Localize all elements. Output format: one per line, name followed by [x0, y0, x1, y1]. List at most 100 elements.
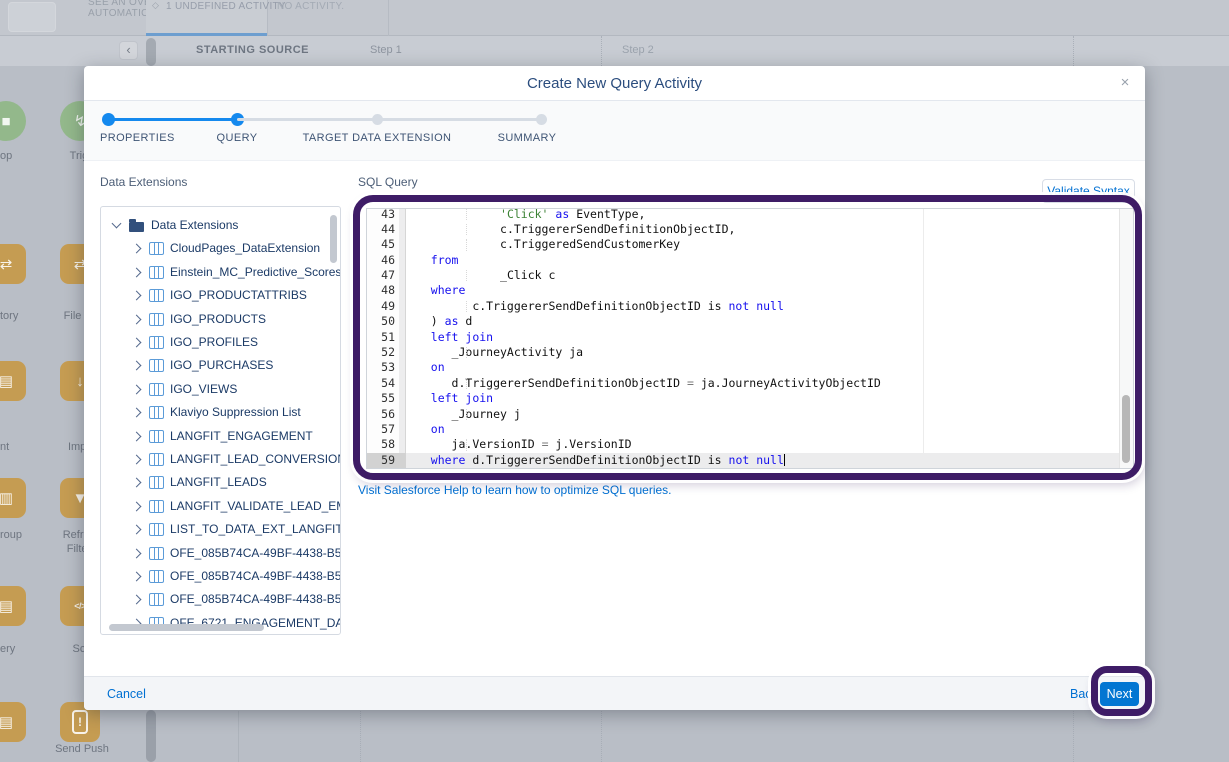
cancel-button[interactable]: Cancel: [107, 687, 146, 701]
chevron-right-icon[interactable]: [132, 455, 142, 465]
line-number: 58: [367, 437, 399, 452]
tree-item-folder[interactable]: Data Extensions: [101, 214, 340, 237]
tree-item-label: LIST_TO_DATA_EXT_LANGFIT: [170, 522, 341, 536]
code-line-55[interactable]: 55 left join: [367, 391, 1133, 406]
palette-activity-icon: ▤: [0, 586, 26, 626]
code-line-54[interactable]: 54 d.TriggererSendDefinitionObjectID = j…: [367, 376, 1133, 391]
code-text: d.TriggererSendDefinitionObjectID = ja.J…: [406, 376, 1133, 391]
chevron-right-icon[interactable]: [132, 361, 142, 371]
chevron-right-icon[interactable]: [132, 408, 142, 418]
code-line-52[interactable]: 52 _JourneyActivity ja: [367, 345, 1133, 360]
stepper-dot-summary[interactable]: [536, 114, 547, 125]
tree-item-data-extension[interactable]: IGO_PROFILES: [101, 331, 340, 354]
column-divider: [601, 36, 602, 66]
data-extension-icon: [149, 242, 164, 255]
next-button[interactable]: Next: [1100, 682, 1139, 706]
line-number: 59: [367, 453, 399, 468]
column-divider: [1073, 36, 1074, 66]
line-number: 52: [367, 345, 399, 360]
tree-item-data-extension[interactable]: LANGFIT_VALIDATE_LEAD_EMAIL_: [101, 495, 340, 518]
sql-help-link[interactable]: Visit Salesforce Help to learn how to op…: [358, 483, 672, 497]
validate-syntax-button[interactable]: Validate Syntax: [1042, 179, 1135, 203]
tree-item-label: LANGFIT_ENGAGEMENT: [170, 429, 313, 443]
code-line-50[interactable]: 50 ) as d: [367, 314, 1133, 329]
chevron-right-icon[interactable]: [132, 548, 142, 558]
tree-item-label: CloudPages_DataExtension: [170, 241, 320, 255]
code-line-57[interactable]: 57 on: [367, 422, 1133, 437]
code-line-53[interactable]: 53 on: [367, 360, 1133, 375]
code-text: 'Click' as EventType,: [406, 208, 1133, 222]
modal-footer: Cancel Back Next: [84, 676, 1145, 710]
chevron-right-icon[interactable]: [132, 501, 142, 511]
palette-glyph-icon: ■: [1, 113, 10, 130]
code-line-45[interactable]: 45 c.TriggeredSendCustomerKey: [367, 237, 1133, 252]
code-line-44[interactable]: 44 c.TriggererSendDefinitionObjectID,: [367, 222, 1133, 237]
code-line-59[interactable]: 59 where d.TriggererSendDefinitionObject…: [367, 453, 1133, 468]
palette-activity-icon: ▤: [0, 702, 26, 742]
data-extension-icon: [149, 266, 164, 279]
stepper-connector: [108, 118, 237, 121]
chevron-right-icon[interactable]: [132, 338, 142, 348]
tree-item-data-extension[interactable]: IGO_PRODUCTS: [101, 308, 340, 331]
chevron-right-icon[interactable]: [132, 431, 142, 441]
tree-item-data-extension[interactable]: LANGFIT_ENGAGEMENT: [101, 425, 340, 448]
palette-activity-icon: ■: [0, 101, 26, 141]
column-step-2: Step 2: [622, 44, 654, 56]
palette-glyph-icon: ▤: [0, 597, 13, 615]
tree-item-data-extension[interactable]: LANGFIT_LEAD_CONVERSION: [101, 448, 340, 471]
tree-item-data-extension[interactable]: IGO_PRODUCTATTRIBS: [101, 284, 340, 307]
tree-item-data-extension[interactable]: LANGFIT_LEADS: [101, 471, 340, 494]
column-starting-source: STARTING SOURCE: [196, 44, 309, 56]
tree-item-data-extension[interactable]: OFE_085B74CA-49BF-4438-B566-: [101, 542, 340, 565]
code-line-49[interactable]: 49 c.TriggererSendDefinitionObjectID is …: [367, 299, 1133, 314]
chevron-right-icon[interactable]: [132, 291, 142, 301]
chevron-right-icon[interactable]: [132, 267, 142, 277]
chevron-down-icon[interactable]: [112, 219, 122, 229]
tree-item-data-extension[interactable]: IGO_PURCHASES: [101, 354, 340, 377]
tree-item-data-extension[interactable]: CloudPages_DataExtension: [101, 237, 340, 260]
code-line-51[interactable]: 51 left join: [367, 330, 1133, 345]
chevron-right-icon[interactable]: [132, 384, 142, 394]
data-extension-icon: [149, 500, 164, 513]
tree-item-data-extension[interactable]: Klaviyo Suppression List: [101, 401, 340, 424]
data-extension-icon: [149, 383, 164, 396]
tree-vertical-scrollbar[interactable]: [330, 215, 337, 263]
code-line-56[interactable]: 56 _Journey j: [367, 407, 1133, 422]
modal-title: Create New Query Activity: [84, 75, 1145, 92]
tree-item-data-extension[interactable]: LIST_TO_DATA_EXT_LANGFIT: [101, 518, 340, 541]
palette-activity-icon: ▥: [0, 478, 26, 518]
canvas-scrollbar: [146, 710, 156, 762]
code-text: left join: [406, 330, 1133, 345]
tree-item-data-extension[interactable]: OFE_085B74CA-49BF-4438-B566-: [101, 588, 340, 611]
chevron-right-icon[interactable]: [132, 525, 142, 535]
code-text: c.TriggererSendDefinitionObjectID,: [406, 222, 1133, 237]
palette-glyph-icon: ↓: [76, 373, 84, 390]
editor-scrollbar-thumb[interactable]: [1122, 395, 1130, 463]
code-line-48[interactable]: 48 where: [367, 283, 1133, 298]
sql-code-editor[interactable]: 43 'Click' as EventType,44 c.TriggererSe…: [366, 208, 1134, 469]
tree-item-data-extension[interactable]: Einstein_MC_Predictive_Scores: [101, 261, 340, 284]
create-query-activity-modal: Create New Query Activity × PROPERTIESQU…: [84, 66, 1145, 710]
palette-activity-label: op: [0, 149, 44, 163]
code-text: left join: [406, 391, 1133, 406]
chevron-right-icon[interactable]: [132, 595, 142, 605]
canvas-header-row: [0, 36, 1229, 66]
code-line-43[interactable]: 43 'Click' as EventType,: [367, 208, 1133, 222]
line-number: 57: [367, 422, 399, 437]
tree-horizontal-scrollbar[interactable]: [109, 624, 264, 631]
tree-item-data-extension[interactable]: IGO_VIEWS: [101, 378, 340, 401]
code-line-58[interactable]: 58 ja.VersionID = j.VersionID: [367, 437, 1133, 452]
close-icon[interactable]: ×: [1115, 73, 1135, 93]
chevron-right-icon[interactable]: [132, 244, 142, 254]
code-line-46[interactable]: 46 from: [367, 253, 1133, 268]
data-extension-icon: [149, 547, 164, 560]
chevron-right-icon[interactable]: [132, 314, 142, 324]
folder-icon: [129, 222, 144, 232]
back-button[interactable]: Back: [1070, 687, 1098, 701]
code-text: c.TriggererSendDefinitionObjectID is not…: [406, 299, 1133, 314]
code-line-47[interactable]: 47 _Click c: [367, 268, 1133, 283]
chevron-right-icon[interactable]: [132, 572, 142, 582]
tree-item-data-extension[interactable]: OFE_085B74CA-49BF-4438-B566-: [101, 565, 340, 588]
line-number: 45: [367, 237, 399, 252]
chevron-right-icon[interactable]: [132, 478, 142, 488]
